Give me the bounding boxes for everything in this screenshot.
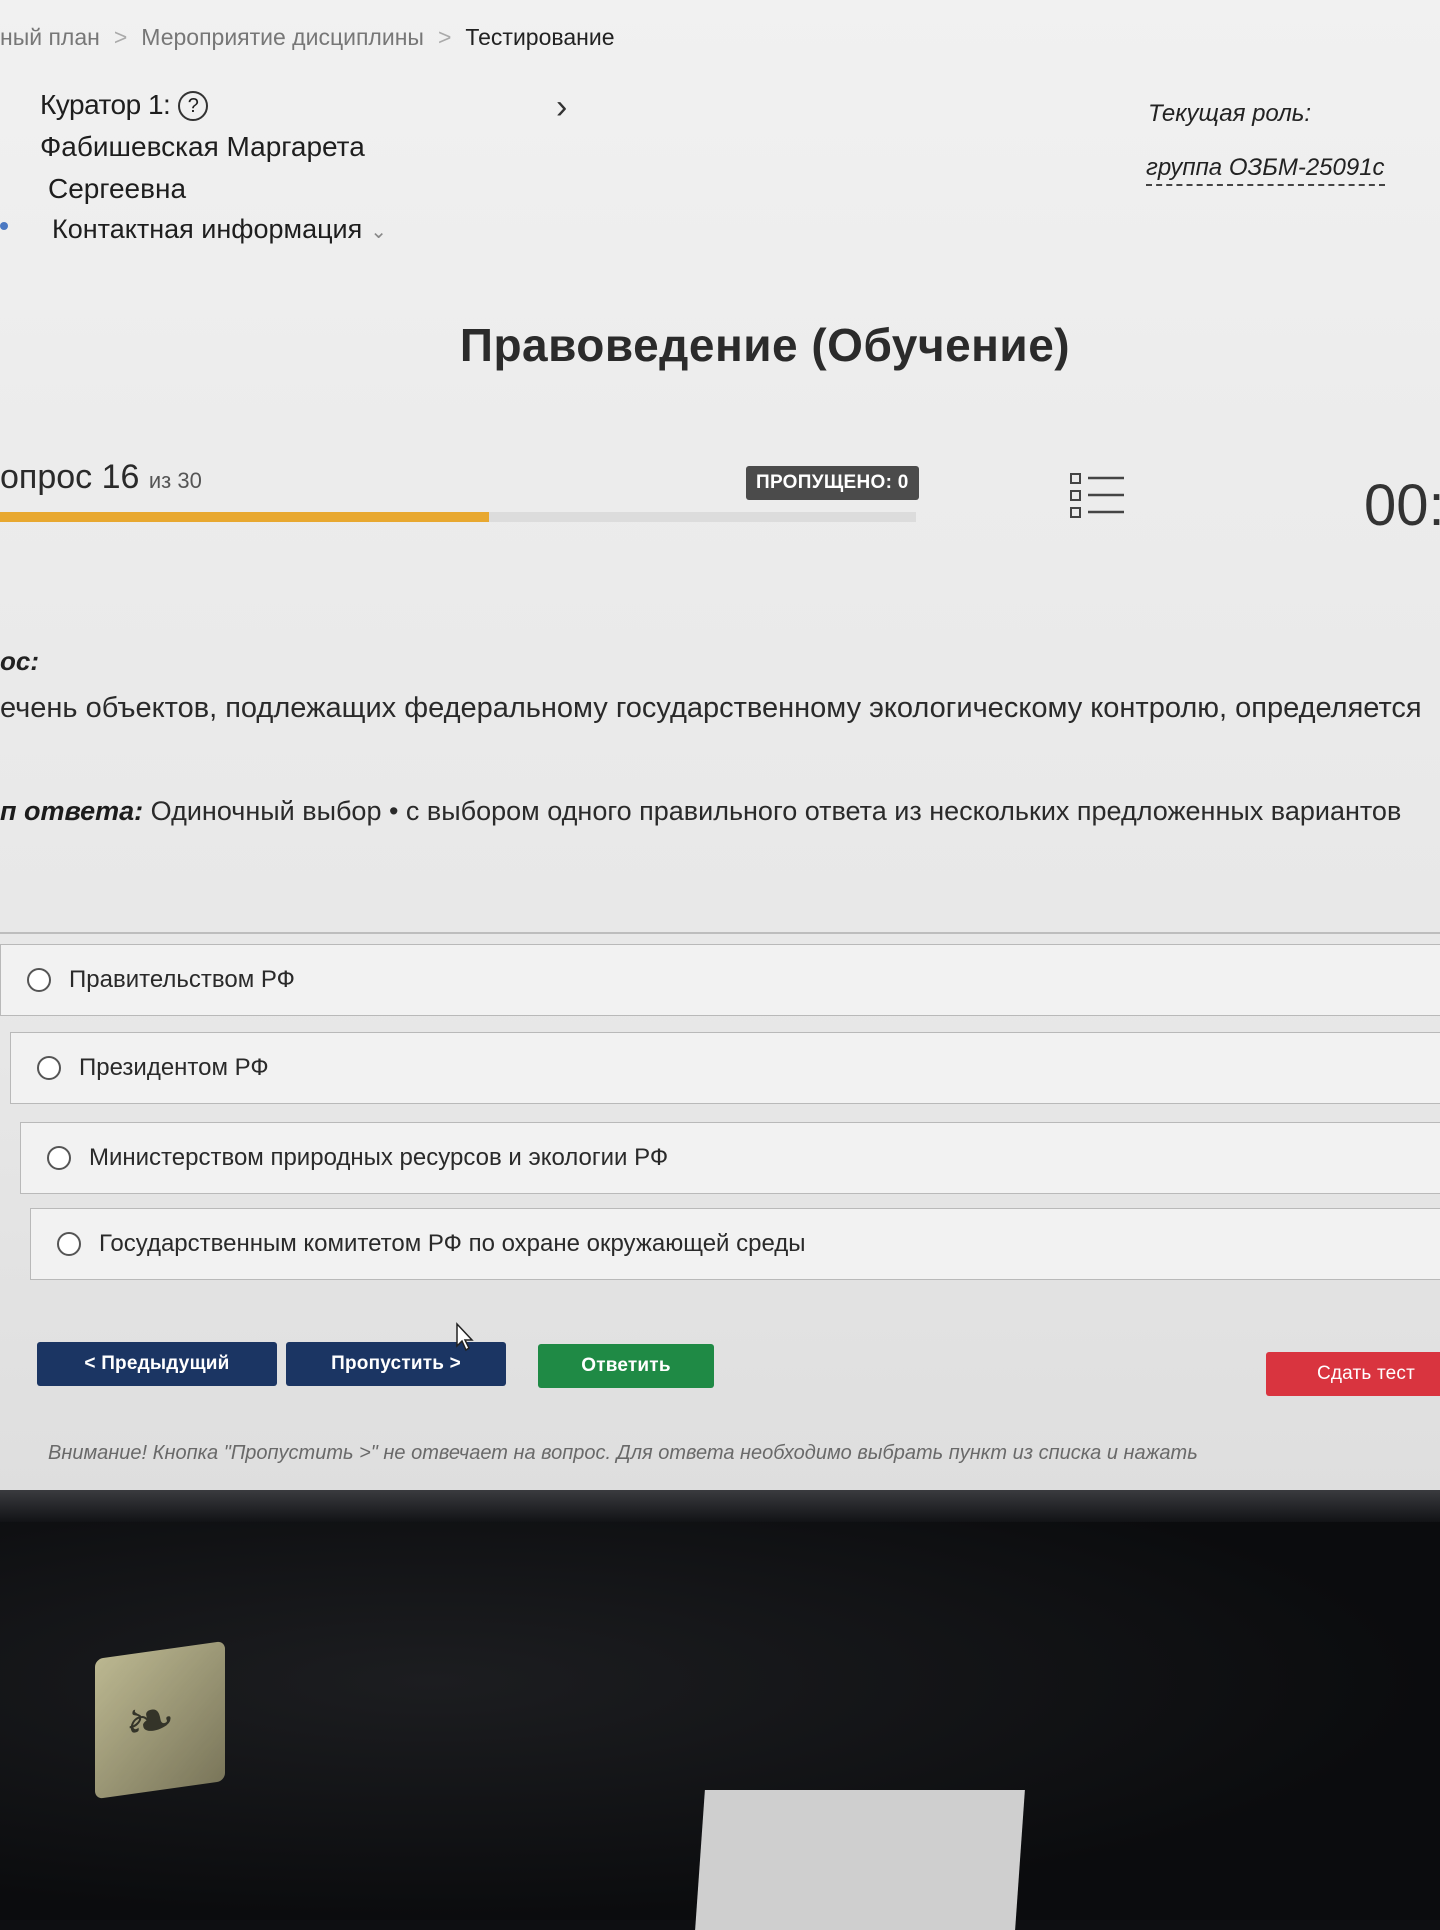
- browser-screen: ный план > Мероприятие дисциплины > Тестиров…: [0, 0, 1440, 1505]
- answer-option-label: Государственным комитетом РФ по охране о…: [99, 1230, 806, 1257]
- skipped-badge: ПРОПУЩЕНО: 0: [746, 466, 919, 500]
- wifi-icon: ❧: [125, 1682, 176, 1760]
- desk-cube-object: ❧: [95, 1640, 225, 1800]
- current-role-label: Текущая роль:: [1148, 100, 1312, 127]
- skip-notice: Внимание! Кнопка "Пропустить >" не отвеч…: [48, 1442, 1198, 1464]
- answer-option-label: Министерством природных ресурсов и эколо…: [89, 1144, 669, 1171]
- page-title: Правоведение (Обучение): [459, 319, 1071, 371]
- answer-button[interactable]: Ответить: [538, 1344, 714, 1388]
- bullet-icon: [0, 222, 8, 230]
- radio-button[interactable]: [37, 1056, 61, 1080]
- curator-name-first: Фабишевская Маргарета: [40, 131, 365, 162]
- monitor-bezel: [0, 1490, 1440, 1522]
- answer-type-label: п ответа:: [0, 796, 144, 826]
- question-counter-current: опрос 16: [0, 458, 140, 496]
- answer-option[interactable]: Правительством РФ: [0, 944, 1440, 1016]
- breadcrumb-item-testing: Тестирование: [465, 24, 615, 50]
- breadcrumb-item-discipline-event[interactable]: Мероприятие дисциплины: [141, 24, 424, 50]
- question-text: ечень объектов, подлежащих федеральному …: [0, 692, 1422, 724]
- curator-block: Куратор 1:? Фабишевская Маргарета Сергее…: [40, 84, 365, 210]
- chevron-right-icon[interactable]: ›: [556, 88, 567, 127]
- breadcrumb-separator-icon: >: [113, 24, 128, 50]
- help-icon[interactable]: ?: [178, 91, 209, 121]
- answer-option-label: Президентом РФ: [79, 1054, 269, 1081]
- curator-name-second: Сергеевна: [48, 173, 187, 204]
- progress-bar-fill: [0, 512, 489, 522]
- contact-info-label: Контактная информация: [52, 214, 363, 244]
- answer-type: п ответа: Одиночный выбор • с выбором од…: [0, 796, 1401, 827]
- answer-option[interactable]: Министерством природных ресурсов и эколо…: [20, 1122, 1440, 1194]
- answer-option[interactable]: Президентом РФ: [10, 1032, 1440, 1104]
- progress-bar: [0, 512, 916, 522]
- breadcrumb: ный план > Мероприятие дисциплины > Тестиров…: [0, 24, 614, 51]
- chevron-down-icon: ⌄: [370, 221, 388, 243]
- question-heading: ос:: [0, 646, 39, 676]
- submit-test-button[interactable]: Сдать тест: [1266, 1352, 1440, 1396]
- question-list-icon[interactable]: [1068, 470, 1126, 522]
- answer-type-text: Одиночный выбор • с выбором одного прави…: [143, 796, 1402, 826]
- radio-button[interactable]: [27, 968, 51, 992]
- radio-button[interactable]: [47, 1146, 71, 1170]
- question-counter-total: из 30: [148, 468, 202, 493]
- contact-info-toggle[interactable]: Контактная информация ⌄: [52, 214, 387, 245]
- breadcrumb-separator-icon: >: [437, 24, 452, 50]
- current-role-group-link[interactable]: группа ОЗБМ-25091с: [1146, 154, 1385, 186]
- timer: 00:: [1364, 473, 1440, 538]
- answer-option-label: Правительством РФ: [69, 966, 295, 993]
- previous-button[interactable]: < Предыдущий: [37, 1342, 277, 1386]
- radio-button[interactable]: [57, 1232, 81, 1256]
- desk-paper-object: [695, 1790, 1025, 1930]
- answer-option[interactable]: Государственным комитетом РФ по охране о…: [30, 1208, 1440, 1280]
- curator-label: Куратор 1:: [40, 89, 171, 120]
- divider: [0, 932, 1440, 934]
- question-counter: опрос 16 из 30: [0, 458, 202, 497]
- breadcrumb-item-plan[interactable]: ный план: [0, 24, 100, 50]
- mouse-cursor-icon: [456, 1322, 474, 1352]
